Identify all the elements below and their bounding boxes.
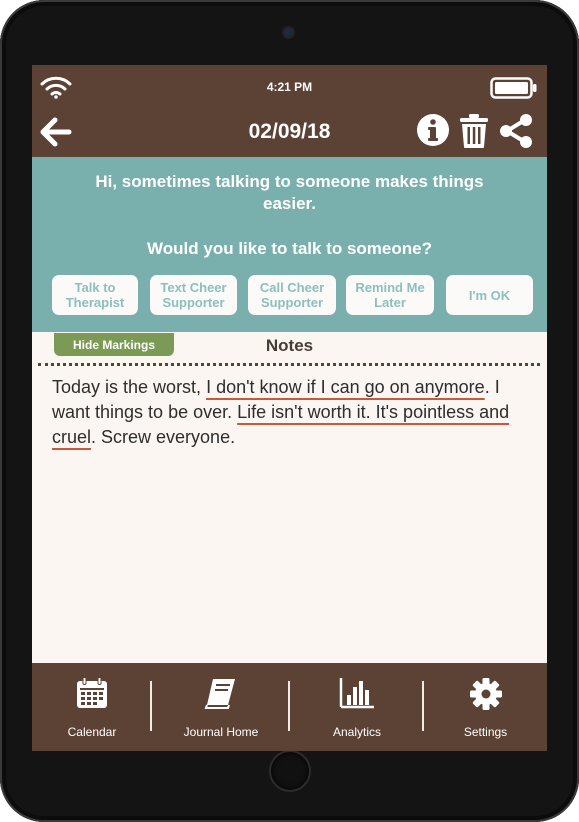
app-screen: 4:21 PM 02/09/18 Hi, sometimes talking t…: [32, 65, 547, 751]
bottom-tab-bar: Calendar Journal Home Analytics Settings: [32, 663, 547, 751]
tab-journal-home[interactable]: Journal Home: [152, 663, 290, 751]
top-bar: 4:21 PM 02/09/18: [32, 65, 547, 157]
tab-analytics[interactable]: Analytics: [290, 663, 424, 751]
notes-divider: [38, 363, 540, 366]
battery-icon: [490, 77, 537, 99]
book-icon: [204, 679, 235, 709]
bar-chart-icon: [339, 678, 374, 709]
notes-title: Notes: [265, 336, 314, 355]
gear-icon: [469, 678, 502, 710]
tab-label: Settings: [463, 725, 508, 739]
front-camera: [284, 28, 293, 37]
trash-icon[interactable]: [459, 113, 489, 149]
talk-prompt-panel: Hi, sometimes talking to someone makes t…: [32, 157, 547, 332]
home-button[interactable]: [269, 750, 311, 792]
tab-settings[interactable]: Settings: [424, 663, 547, 751]
prompt-message: Hi, sometimes talking to someone makes t…: [95, 172, 484, 213]
call-cheer-supporter-button[interactable]: Call Cheer Supporter: [248, 275, 336, 315]
prompt-question: Would you like to talk to someone?: [147, 239, 432, 258]
calendar-icon: [77, 677, 107, 708]
text-cheer-supporter-button[interactable]: Text Cheer Supporter: [150, 275, 237, 315]
note-segment: . Screw everyone.: [91, 427, 236, 447]
note-text[interactable]: Today is the worst, I don't know if I ca…: [52, 375, 528, 450]
status-time: 4:21 PM: [266, 80, 313, 94]
tab-label: Journal Home: [183, 725, 259, 739]
note-segment: Today is the worst,: [52, 377, 207, 397]
im-ok-button[interactable]: I'm OK: [446, 275, 533, 315]
info-icon[interactable]: [416, 113, 450, 147]
talk-to-therapist-button[interactable]: Talk to Therapist: [52, 275, 138, 315]
tab-label: Calendar: [67, 725, 117, 739]
marked-phrase: I don't know if I can go on anymore: [206, 377, 485, 397]
tab-calendar[interactable]: Calendar: [32, 663, 152, 751]
tab-label: Analytics: [332, 725, 382, 739]
remind-me-later-button[interactable]: Remind Me Later: [346, 275, 434, 315]
tablet-device-frame: 4:21 PM 02/09/18 Hi, sometimes talking t…: [0, 0, 579, 822]
share-icon[interactable]: [498, 113, 534, 149]
